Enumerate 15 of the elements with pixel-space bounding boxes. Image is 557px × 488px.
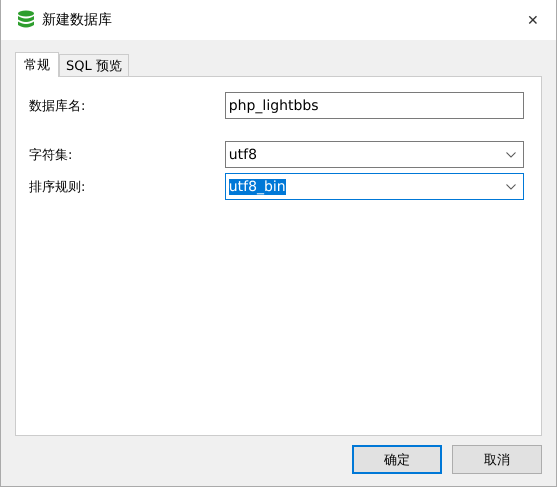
tab[interactable]: 常规 [15,52,59,77]
field-label: 排序规则: [29,178,86,196]
tab[interactable]: SQL 预览 [59,54,129,76]
dialog-button[interactable]: 确定 [352,445,442,474]
dropdown[interactable]: utf8 [224,141,524,168]
field-label: 数据库名: [29,98,86,114]
field-label: 字符集: [29,146,74,164]
dropdown[interactable]: utf8_bin [224,173,524,200]
chevron-down-icon [506,184,516,190]
window-title: 新建数据库 [42,11,113,29]
dialog-button[interactable]: 取消 [452,445,542,474]
input-field[interactable]: php_lightbbs [224,92,524,119]
chevron-down-icon [506,152,516,158]
close-button[interactable]: ✕ [510,0,556,40]
database-icon [17,10,35,30]
